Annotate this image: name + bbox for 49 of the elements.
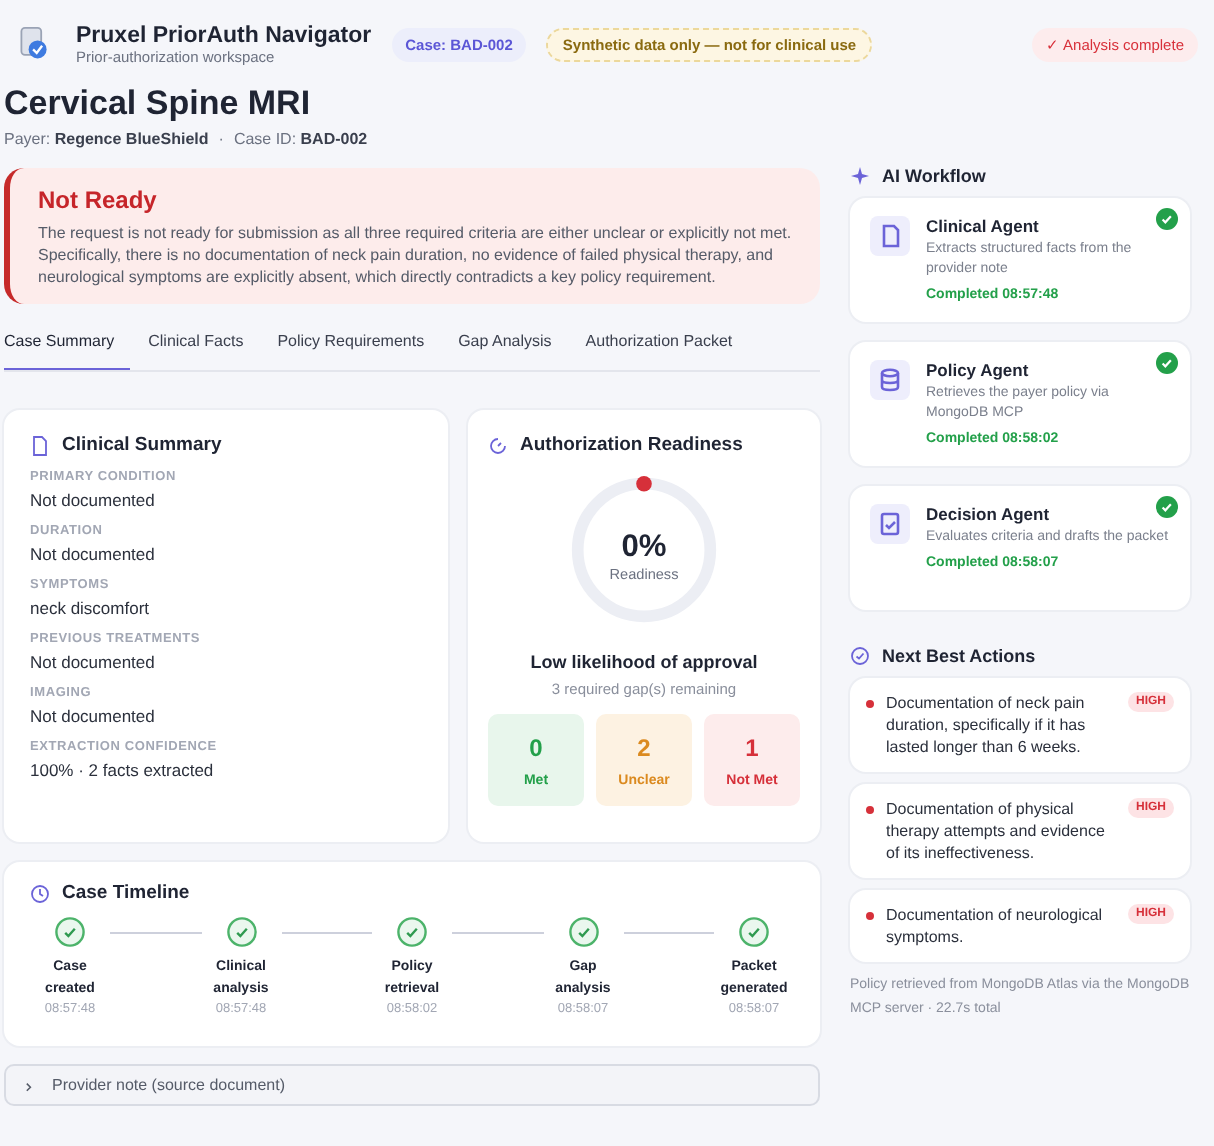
agent-name: Clinical Agent (926, 216, 1041, 236)
field-value: Not documented (30, 490, 157, 510)
field-value: Not documented (30, 706, 157, 726)
target-check-icon (850, 646, 870, 666)
shield-document-icon (16, 26, 52, 62)
approval-verdict: Low likelihood of approval (530, 652, 758, 672)
database-icon (870, 360, 910, 400)
field-value: 100% · 2 facts extracted (30, 760, 216, 780)
app-title: Pruxel PriorAuth Navigator (76, 23, 372, 47)
clipboard-check-icon (870, 504, 910, 544)
agent-name: Policy Agent (926, 360, 1031, 380)
tab[interactable]: Policy Requirements (277, 320, 441, 370)
action-text: Documentation of neurological symptoms. (886, 904, 1105, 948)
card-title: Clinical Summary (62, 434, 222, 456)
progress-dot (636, 475, 652, 492)
field-value: neck discomfort (30, 598, 152, 618)
bullet-icon (866, 912, 874, 920)
tab[interactable]: Gap Analysis (458, 320, 568, 370)
section-title: AI Workflow (882, 166, 986, 186)
tab[interactable]: Case Summary (4, 320, 131, 370)
chevron-right-icon (22, 1079, 34, 1091)
field-value: Not documented (30, 544, 157, 564)
document-icon (870, 216, 910, 256)
tab[interactable]: Clinical Facts (148, 320, 260, 370)
tab[interactable]: Authorization Packet (585, 320, 749, 370)
sparkle-icon (850, 166, 870, 186)
card-title: Authorization Readiness (520, 434, 743, 456)
bullet-icon (866, 806, 874, 814)
action-text: Documentation of physical therapy attempts and evidence of its ineffectiveness. (886, 798, 1107, 864)
agent-name: Decision Agent (926, 504, 1052, 524)
payer-text: Payer: Regence BlueShield (4, 130, 209, 148)
gauge-icon (488, 435, 508, 455)
clock-icon (30, 883, 50, 903)
bullet-icon (866, 700, 874, 708)
case-title: Cervical Spine MRI (4, 82, 313, 126)
alert-title: Not Ready (38, 186, 159, 214)
separator-dot: · (218, 130, 224, 148)
card-title: Case Timeline (62, 882, 190, 904)
count-number: 1 (745, 733, 759, 761)
provider-note-toggle[interactable]: Provider note (source document) (4, 1064, 820, 1106)
count-number: 0 (529, 733, 543, 761)
section-title: Next Best Actions (882, 646, 1036, 666)
alert-message: The request is not ready for submission as all three required criteria are either unclear or explicitly not met. Specifically, there is no documentation of neck pain duration, no evidence of failed physical therapy, and neurological symptoms are explicitly absent, which directly contradicts a key policy requirement. (38, 222, 794, 288)
case-id-text: Case ID: BAD-002 (233, 130, 368, 148)
document-icon (30, 435, 50, 455)
action-text: Documentation of neck pain duration, specifically if it has lasted longer than 6 weeks. (886, 692, 1088, 758)
readiness-percent: 0% (621, 529, 667, 564)
field-value: Not documented (30, 652, 157, 672)
count-number: 2 (637, 733, 651, 761)
